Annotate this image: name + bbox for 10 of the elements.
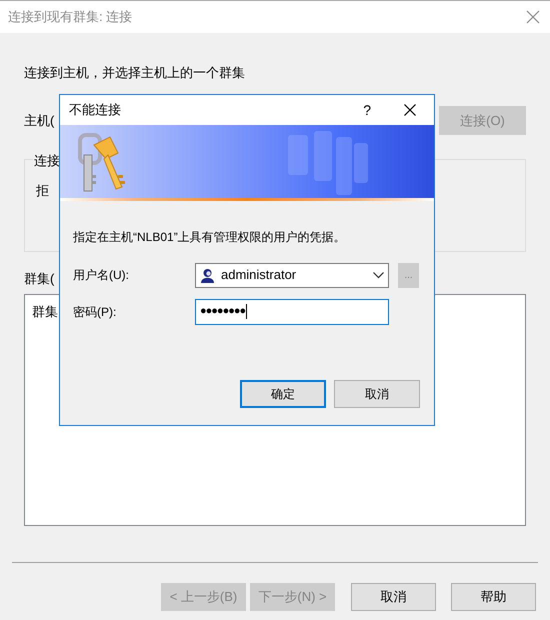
clusters-label: 群集( bbox=[24, 270, 54, 288]
dialog-title: 不能连接 bbox=[69, 101, 122, 120]
password-label: 密码(P): bbox=[73, 304, 118, 320]
status-text: 拒 bbox=[36, 182, 49, 200]
host-label: 主机( bbox=[24, 112, 54, 130]
instruction-text: 连接到主机，并选择主机上的一个群集 bbox=[24, 64, 246, 82]
username-label: 用户名(U): bbox=[73, 267, 130, 284]
credentials-message: 指定在主机“NLB01”上具有管理权限的用户的凭据。 bbox=[73, 229, 347, 246]
window-title: 连接到现有群集: 连接 bbox=[8, 8, 132, 26]
column-header: 群集 bbox=[32, 304, 58, 319]
